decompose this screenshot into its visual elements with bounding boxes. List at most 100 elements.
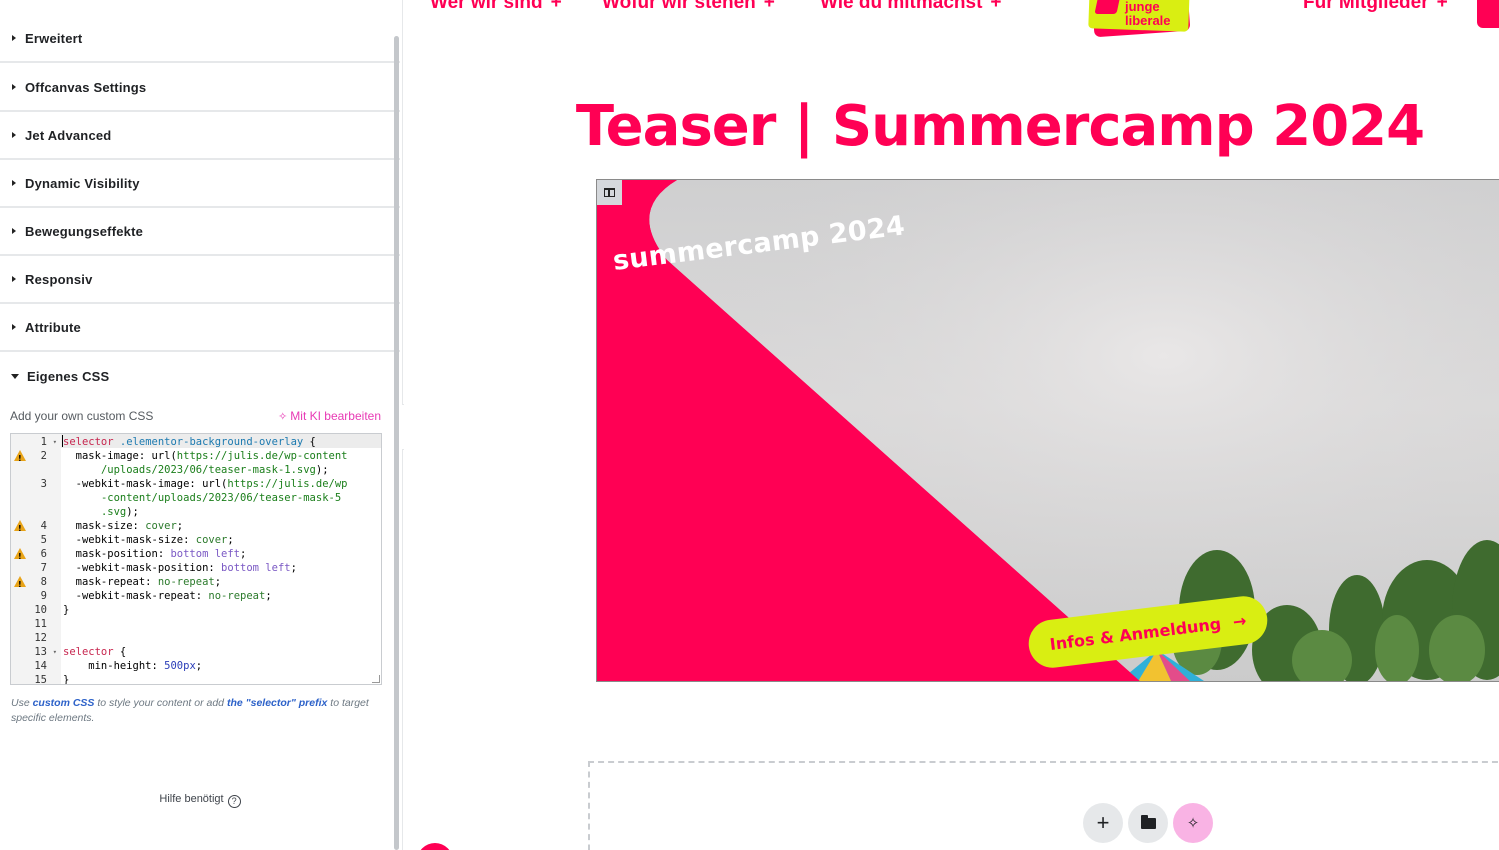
line-number: 11 [11,617,61,631]
nav-fuer-mitglieder[interactable]: Für Mitglieder + [1303,0,1448,14]
section-label: Dynamic Visibility [25,175,140,191]
caret-right-icon [12,228,16,234]
line-number-text: 3 [40,478,47,490]
section-eigenes-css[interactable]: Eigenes CSS [0,352,400,400]
section-label: Eigenes CSS [27,368,110,384]
nav-wofuer-wir-stehen[interactable]: Wofür wir stehen + [602,0,775,14]
help-link[interactable]: Hilfe benötigt? [0,793,400,808]
section-bewegungseffekte[interactable]: Bewegungseffekte [0,208,400,256]
nav-wie-du-mitmachst[interactable]: Wie du mitmachst + [820,0,1002,14]
section-label: Attribute [25,319,81,335]
code-line: } [63,604,70,616]
section-attribute[interactable]: Attribute [0,304,400,352]
code-line: selector .elementor-background-overlay { [63,436,316,448]
line-number-text: 7 [40,562,47,574]
teaser-section[interactable]: summercamp 2024 Infos & Anmeldung → [596,179,1499,682]
line-number: 13 ▾ [11,645,61,659]
line-number: 5 [11,533,61,547]
line-number-text: 6 [40,548,47,560]
custom-css-link[interactable]: custom CSS [33,697,95,709]
code-line: mask-repeat: no-repeat; [63,576,222,588]
note-text: to style your content or add [94,697,227,709]
section-jet-advanced[interactable]: Jet Advanced [0,112,400,160]
floating-action-button[interactable] [417,843,453,850]
line-number: 1 ▾ [11,435,61,449]
code-line: .svg); [100,506,139,518]
line-number-text: 2 [40,450,47,462]
julis-logo[interactable]: junge liberale [1087,0,1197,42]
code-line: mask-size: cover; [63,520,184,532]
add-section-button[interactable]: + [1083,803,1123,843]
section-responsiv[interactable]: Responsiv [0,256,400,304]
resize-grip-icon[interactable] [372,675,380,683]
ai-edit-button[interactable]: ✧ Mit KI bearbeiten [278,409,381,423]
line-number: 2 [11,449,61,466]
header-cta-button[interactable] [1477,0,1499,28]
line-number-text: 9 [40,590,47,602]
fold-toggle-icon[interactable]: ▾ [53,435,57,449]
css-code-editor[interactable]: 1▾2 3 45 6 7 8 9 10 11 12 13 ▾ 14 15 selector .elemen… [10,433,382,685]
add-section-dropzone[interactable] [588,761,1499,850]
logo-line2: liberale [1125,13,1171,28]
line-number-text: 8 [40,576,47,588]
line-number-text: 14 [34,660,47,672]
arrow-right-icon: → [1231,610,1248,632]
code-line: -webkit-mask-position: bottom left; [63,562,297,574]
line-number: 8 [11,575,61,592]
code-line: -webkit-mask-repeat: no-repeat; [63,590,272,602]
line-number-text: 11 [34,618,47,630]
line-number-text: 12 [34,632,47,644]
nav-wer-wir-sind[interactable]: Wer wir sind + [430,0,562,14]
line-number: 12 [11,631,61,645]
code-line: } [63,674,70,685]
caret-right-icon [12,180,16,186]
plus-icon: + [763,0,775,13]
section-dynamic-visibility[interactable]: Dynamic Visibility [0,160,400,208]
line-number: 15 [11,673,61,685]
section-label: Jet Advanced [25,127,112,143]
line-number: 3 [11,477,61,491]
fold-toggle-icon[interactable]: ▾ [53,645,57,659]
section-label: Responsiv [25,271,93,287]
warning-icon[interactable] [14,548,26,564]
code-line: min-height: 500px; [63,660,203,672]
line-number-text: 5 [40,534,47,546]
caret-down-icon [11,373,19,379]
section-label: Erweitert [25,30,83,46]
add-template-button[interactable] [1128,803,1168,843]
code-line: -webkit-mask-size: cover; [63,534,234,546]
warning-icon[interactable] [14,576,26,592]
line-number: 14 [11,659,61,673]
line-number: 9 [11,589,61,603]
text-cursor [62,435,63,447]
sparkle-icon: ✧ [1186,815,1200,832]
edit-section-handle[interactable] [597,180,622,205]
warning-icon[interactable] [14,450,26,466]
selector-prefix-link[interactable]: the "selector" prefix [227,697,327,709]
section-erweitert[interactable]: Erweitert [0,15,400,63]
section-offcanvas-settings[interactable]: Offcanvas Settings [0,64,400,112]
code-line: -content/uploads/2023/06/teaser-mask-5 [100,492,342,504]
nav-label: Wer wir sind [430,0,543,13]
ai-generate-button[interactable]: ✧ [1173,803,1213,843]
logo-text: junge liberale [1125,0,1171,28]
ai-edit-label: Mit KI bearbeiten [290,409,381,423]
caret-right-icon [12,132,16,138]
panel-scrollbar[interactable] [394,36,399,850]
nav-label: Wie du mitmachst [820,0,983,13]
nav-label: Wofür wir stehen [602,0,756,13]
line-number: 7 [11,561,61,575]
help-label: Hilfe benötigt [159,793,224,805]
custom-css-note: Use custom CSS to style your content or … [11,696,381,726]
line-number: 10 [11,603,61,617]
warning-icon[interactable] [14,520,26,536]
code-line: mask-image: url(https://julis.de/wp-cont… [63,450,348,462]
line-number-text: 13 [34,646,47,658]
line-number: 6 [11,547,61,564]
code-line: -webkit-mask-image: url(https://julis.de… [63,478,348,490]
plus-icon: + [1096,810,1110,835]
line-number: 4 [11,519,61,536]
line-number-text: 15 [34,674,47,685]
logo-line1: junge [1125,0,1160,14]
line-number-text: 10 [34,604,47,616]
